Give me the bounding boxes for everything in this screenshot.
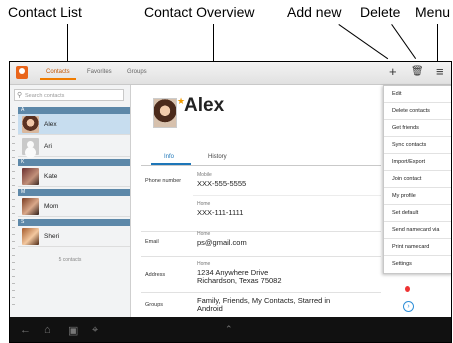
tab-info[interactable]: Info	[164, 154, 174, 160]
section-header-m: M	[18, 189, 130, 196]
menu-item-delete-contacts[interactable]: Delete contacts	[384, 103, 451, 120]
callout-line-add-new	[338, 24, 389, 60]
section-header-k: K	[18, 159, 130, 166]
menu-item-sync-contacts[interactable]: Sync contacts	[384, 137, 451, 154]
mobile-label: Mobile	[197, 172, 212, 178]
mobile-value[interactable]: XXX-555-5555	[197, 179, 246, 188]
list-item-ari[interactable]: Ari	[18, 136, 130, 157]
search-input[interactable]: ⚲ Search contacts	[14, 89, 124, 101]
contact-name: Ari	[44, 143, 52, 150]
menu-item-settings[interactable]: Settings	[384, 256, 451, 273]
tab-history[interactable]: History	[208, 154, 227, 160]
menu-item-edit[interactable]: Edit	[384, 86, 451, 103]
section-header-s: S	[18, 219, 130, 226]
address-line-2[interactable]: Richardson, Texas 75082	[197, 276, 282, 285]
divider	[193, 195, 381, 196]
address-label: Address	[145, 272, 166, 278]
email-home-label: Home	[197, 231, 211, 237]
list-item-alex[interactable]: Alex	[18, 114, 130, 135]
add-icon[interactable]: +	[389, 65, 397, 79]
menu-icon[interactable]: ≡	[436, 65, 444, 79]
back-icon[interactable]: ←	[20, 324, 31, 336]
groups-line-2: Android	[197, 304, 223, 313]
chevron-up-icon[interactable]: ⌃	[225, 324, 233, 335]
contact-name: Kate	[44, 173, 58, 180]
contact-name: Sheri	[44, 233, 60, 240]
menu-item-get-friends[interactable]: Get friends	[384, 120, 451, 137]
menu-item-print-namecard[interactable]: Print namecard	[384, 239, 451, 256]
menu-item-join-contact[interactable]: Join contact	[384, 171, 451, 188]
scroll-index[interactable]	[12, 115, 15, 305]
list-item-sheri[interactable]: Sheri	[18, 226, 130, 247]
home-value[interactable]: XXX-111-1111	[197, 208, 243, 217]
avatar	[22, 198, 39, 215]
search-icon: ⚲	[17, 92, 23, 99]
section-header-a: A	[18, 107, 130, 114]
system-nav-bar: ← ⌂ ▣ ⌖ ⌃	[10, 317, 451, 342]
tab-favorites[interactable]: Favorites	[87, 69, 112, 75]
email-label: Email	[145, 239, 159, 245]
device-screenshot: Contacts Favorites Groups + 🗑︎ ≡ ⚲ Searc…	[9, 61, 452, 343]
list-item-mom[interactable]: Mom	[18, 196, 130, 217]
contact-name: Mom	[44, 203, 59, 210]
search-placeholder: Search contacts	[25, 93, 65, 99]
contacts-count: 5 contacts	[58, 257, 82, 263]
phone-field: Phone number Mobile XXX-555-5555 Home XX…	[141, 168, 381, 232]
tabs-divider	[141, 165, 381, 166]
callout-contact-overview: Contact Overview	[144, 4, 255, 20]
recent-apps-icon[interactable]: ▣	[68, 324, 78, 337]
chevron-right-icon[interactable]: ›	[403, 301, 414, 312]
address-home-label: Home	[197, 261, 211, 267]
callout-add-new: Add new	[287, 4, 342, 20]
contact-title: Alex	[184, 95, 225, 116]
avatar	[22, 168, 39, 185]
callout-menu: Menu	[415, 4, 451, 20]
menu-item-my-profile[interactable]: My profile	[384, 188, 451, 205]
contact-name: Alex	[44, 121, 57, 128]
delete-icon[interactable]: 🗑︎	[411, 65, 424, 79]
callout-line-delete	[391, 24, 417, 59]
notification-dot-icon	[405, 286, 410, 292]
tab-groups[interactable]: Groups	[127, 69, 147, 75]
contact-list: ⚲ Search contacts A Alex Ari K Kate M Mo…	[10, 85, 131, 317]
contact-photo[interactable]	[153, 98, 177, 128]
menu-item-set-default[interactable]: Set default	[384, 205, 451, 222]
groups-field: Groups Family, Friends, My Contacts, Sta…	[141, 293, 381, 317]
menu-item-import-export[interactable]: Import/Export	[384, 154, 451, 171]
callout-contact-list: Contact List	[8, 4, 82, 20]
home-label: Home	[197, 201, 211, 207]
tab-contacts[interactable]: Contacts	[40, 66, 76, 80]
email-value[interactable]: ps@gmail.com	[197, 238, 247, 247]
menu-item-send-namecard[interactable]: Send namecard via	[384, 222, 451, 239]
contacts-app-icon	[16, 66, 28, 79]
avatar	[22, 228, 39, 245]
home-icon[interactable]: ⌂	[44, 324, 51, 336]
avatar-placeholder-icon	[22, 138, 39, 155]
list-item-kate[interactable]: Kate	[18, 166, 130, 187]
phone-label: Phone number	[145, 178, 182, 184]
overflow-menu: Edit Delete contacts Get friends Sync co…	[383, 85, 451, 274]
email-field: Email Home ps@gmail.com	[141, 225, 381, 257]
callout-delete: Delete	[360, 4, 401, 20]
screenshot-icon[interactable]: ⌖	[92, 324, 98, 337]
action-bar: Contacts Favorites Groups + 🗑︎ ≡	[10, 62, 451, 85]
address-field: Address Home 1234 Anywhere Drive Richard…	[141, 257, 381, 293]
groups-label: Groups	[145, 302, 164, 308]
avatar	[22, 116, 39, 133]
